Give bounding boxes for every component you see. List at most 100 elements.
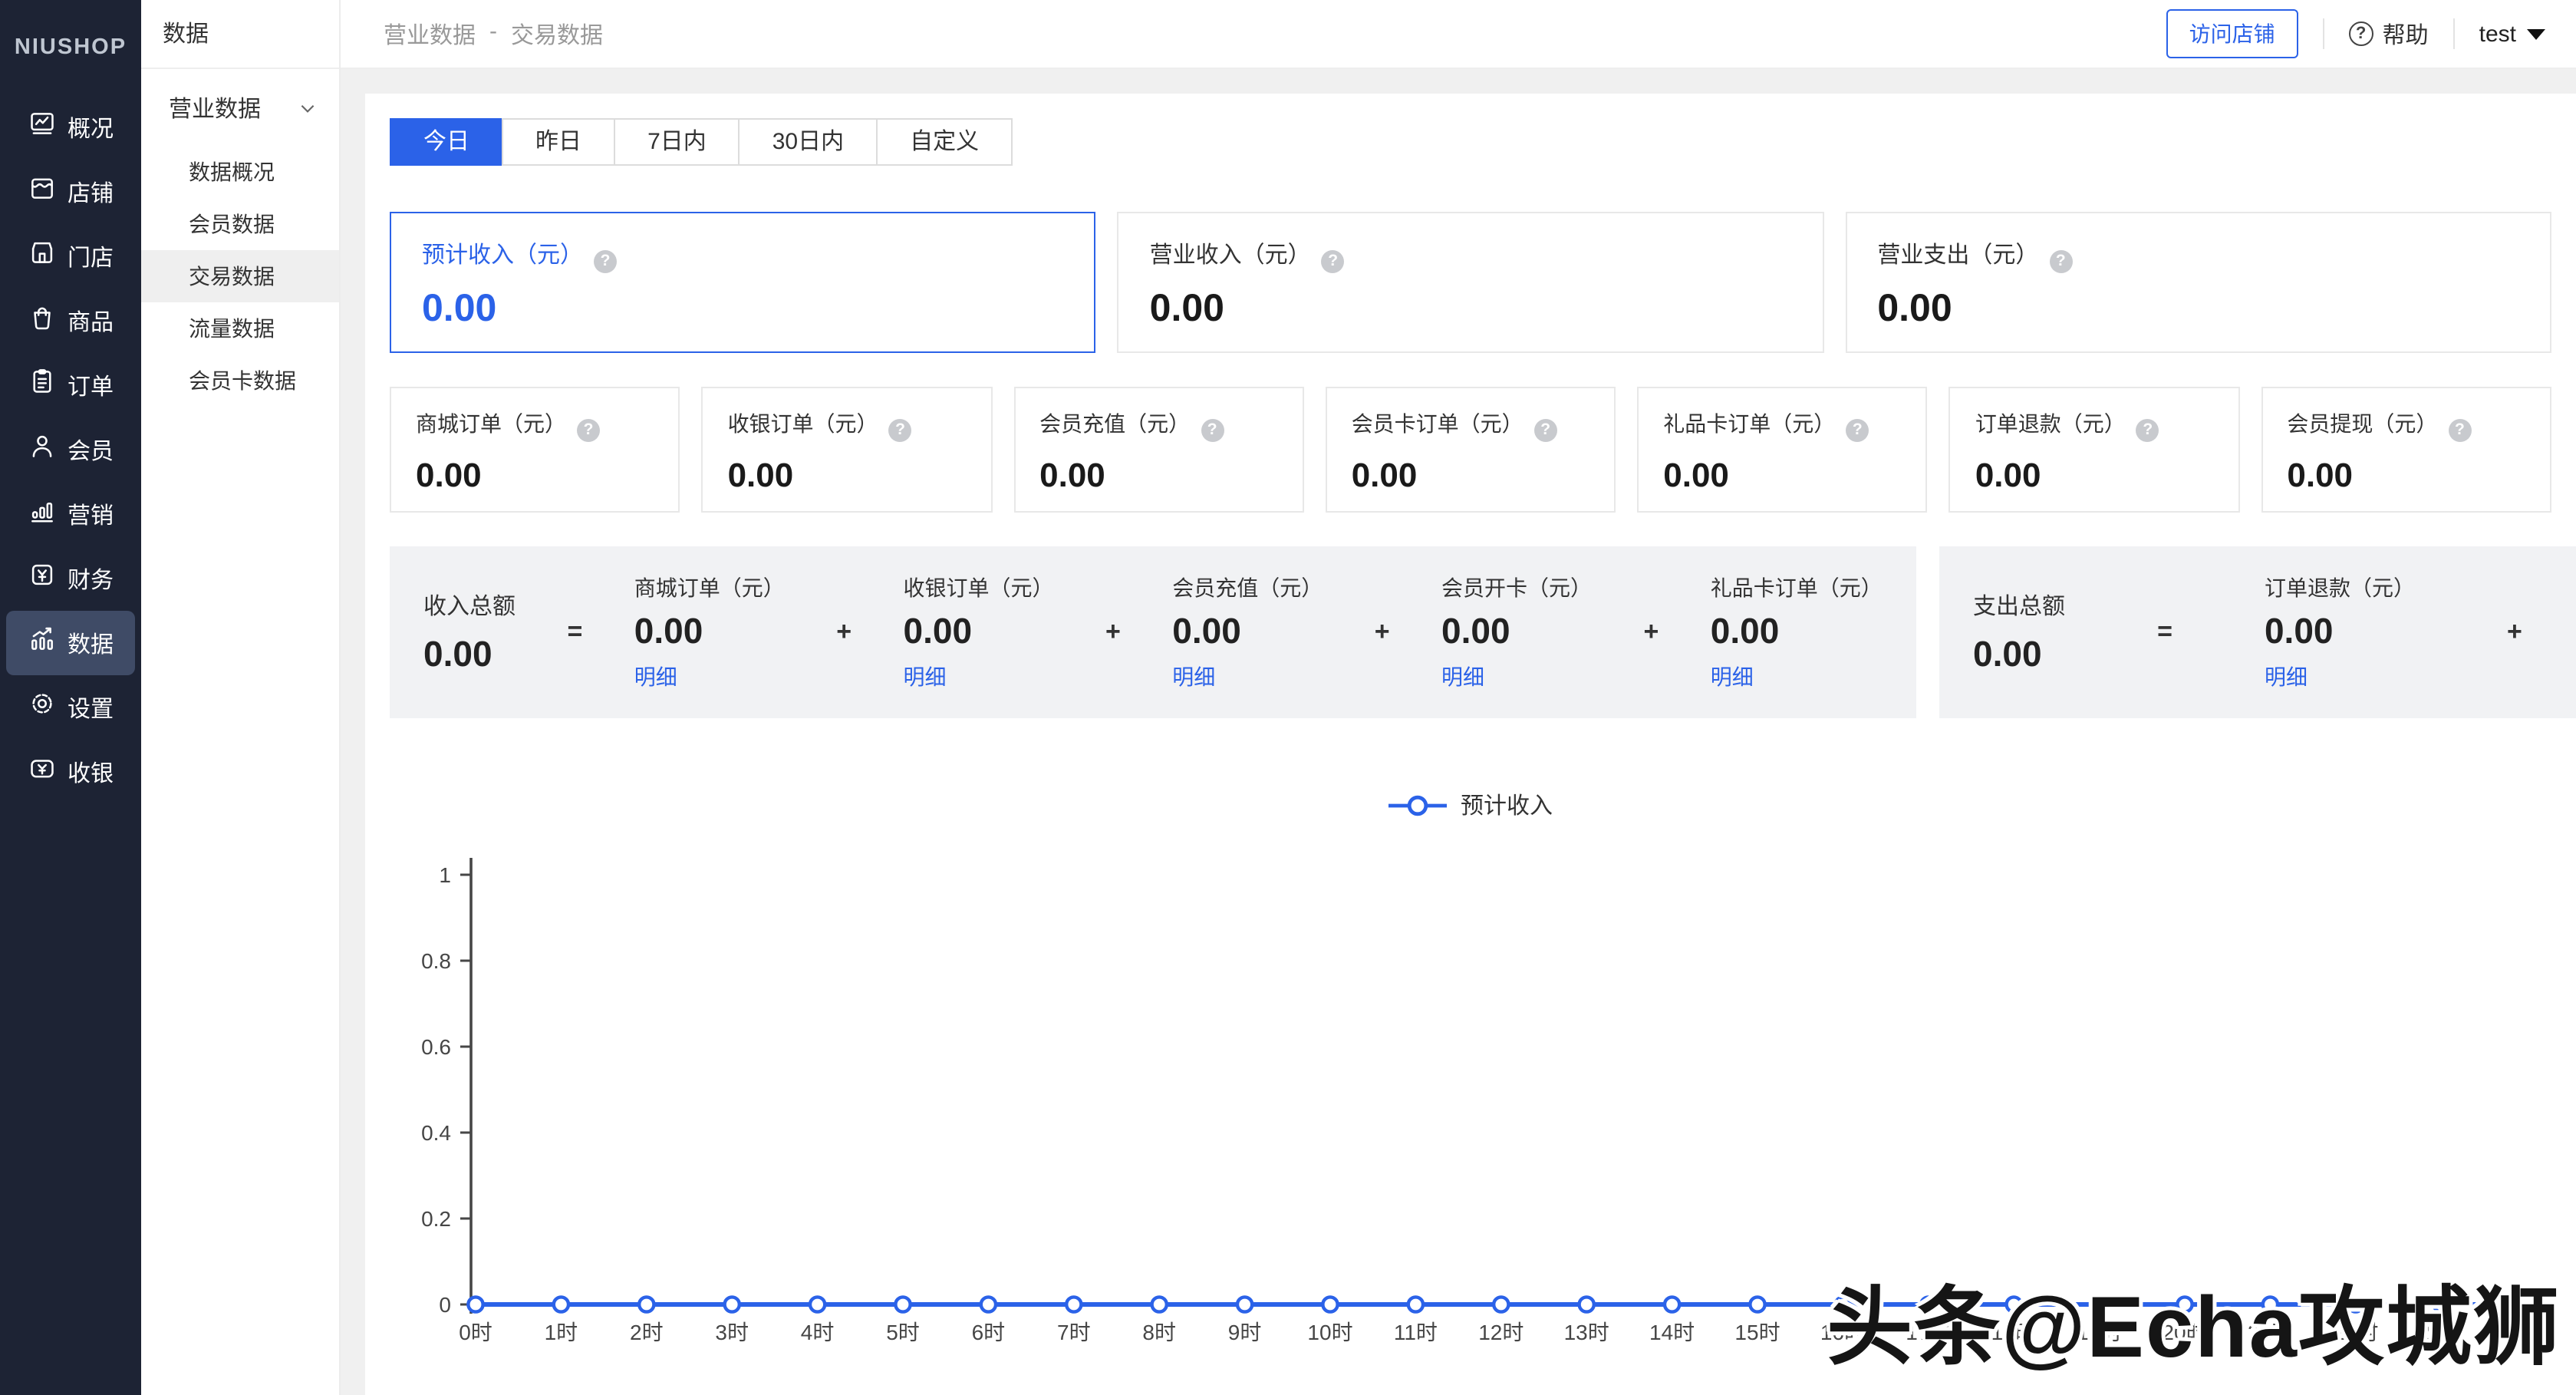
svg-text:0.4: 0.4 [421, 1121, 451, 1145]
menu-item-member-card-data[interactable]: 会员卡数据 [141, 355, 339, 407]
detail-link[interactable]: 明细 [904, 661, 1054, 692]
svg-text:3时: 3时 [715, 1321, 749, 1344]
legend-line-marker-icon [1388, 794, 1447, 816]
question-icon[interactable]: ? [594, 250, 617, 273]
help-icon: ? [2349, 21, 2373, 46]
svg-text:9时: 9时 [1228, 1321, 1262, 1344]
card-member-recharge[interactable]: 会员充值（元）? 0.00 [1013, 387, 1304, 513]
svg-text:2时: 2时 [630, 1321, 664, 1344]
goods-icon [28, 302, 57, 339]
user-menu[interactable]: test [2479, 21, 2545, 47]
menu-group-business-data[interactable]: 营业数据 [141, 69, 339, 146]
storefront-icon [28, 238, 57, 275]
svg-text:8时: 8时 [1142, 1321, 1176, 1344]
income-total: 收入总额 0.00 [423, 589, 516, 675]
question-icon[interactable]: ? [1534, 419, 1557, 442]
formula-strips: 收入总额 0.00 = 商城订单（元） 0.00 明细 + 收银订单（元） 0. [390, 546, 2551, 718]
question-icon[interactable]: ? [1201, 419, 1224, 442]
app-root: NIUSHOP 概况 店铺 门店 商品 订单 会员 营销 [0, 0, 2576, 1395]
transaction-data-panel: 今日 昨日 7日内 30日内 自定义 预计收入（元）? 0.00 营业收入（元）… [365, 94, 2576, 1395]
svg-text:6时: 6时 [972, 1321, 1006, 1344]
svg-text:0时: 0时 [459, 1321, 492, 1344]
sidebar-item-label: 概况 [68, 111, 114, 143]
orders-icon [28, 367, 57, 404]
sidebar-item-overview[interactable]: 概况 [6, 95, 135, 160]
question-icon[interactable]: ? [1846, 419, 1869, 442]
sidebar-item-label: 订单 [68, 369, 114, 401]
sidebar-item-settings[interactable]: 设置 [6, 675, 135, 740]
sidebar-item-data[interactable]: 数据 [6, 611, 135, 675]
tab-today[interactable]: 今日 [390, 118, 503, 166]
menu-group-label: 营业数据 [169, 91, 261, 124]
sidebar-item-cashier[interactable]: 收银 [6, 740, 135, 804]
sidebar-item-members[interactable]: 会员 [6, 417, 135, 482]
sidebar-item-label: 会员 [68, 434, 114, 466]
question-icon[interactable]: ? [2448, 419, 2471, 442]
term-label: 订单退款（元） [2265, 572, 2415, 603]
card-mall-orders[interactable]: 商城订单（元）? 0.00 [390, 387, 680, 513]
svg-text:0.6: 0.6 [421, 1035, 451, 1059]
question-icon[interactable]: ? [2136, 419, 2159, 442]
tab-30days[interactable]: 30日内 [739, 118, 878, 166]
question-icon[interactable]: ? [2049, 250, 2072, 273]
detail-link[interactable]: 明细 [634, 661, 785, 692]
sidebar-item-label: 营销 [68, 498, 114, 530]
card-business-expense[interactable]: 营业支出（元）? 0.00 [1845, 212, 2551, 353]
question-icon[interactable]: ? [1322, 250, 1345, 273]
plus-sign: + [830, 617, 858, 648]
tab-custom[interactable]: 自定义 [876, 118, 1013, 166]
tab-yesterday[interactable]: 昨日 [502, 118, 615, 166]
card-label: 商城订单（元） [416, 411, 566, 436]
sidebar-item-label: 设置 [68, 691, 114, 724]
visit-shop-button[interactable]: 访问店铺 [2166, 9, 2298, 58]
overview-icon [28, 109, 57, 146]
watermark-text: 头条@Echa攻城狮 [1827, 1258, 2561, 1383]
svg-text:0: 0 [439, 1293, 451, 1317]
equals-sign: = [561, 617, 588, 648]
chart-legend[interactable]: 预计收入 [390, 789, 2551, 821]
sidebar-item-marketing[interactable]: 营销 [6, 482, 135, 546]
sidebar-item-finance[interactable]: 财务 [6, 546, 135, 611]
content-area: 今日 昨日 7日内 30日内 自定义 预计收入（元）? 0.00 营业收入（元）… [341, 69, 2576, 1395]
expense-total-strip: 支出总额 0.00 = 订单退款（元） 0.00 明细 + 会员提现（元） 0. [1939, 546, 2576, 718]
detail-link[interactable]: 明细 [2265, 661, 2415, 692]
card-cashier-orders[interactable]: 收银订单（元）? 0.00 [702, 387, 993, 513]
menu-item-data-overview[interactable]: 数据概况 [141, 146, 339, 198]
sidebar-item-orders[interactable]: 订单 [6, 353, 135, 417]
card-label: 会员提现（元） [2287, 411, 2437, 436]
income-total-strip: 收入总额 0.00 = 商城订单（元） 0.00 明细 + 收银订单（元） 0. [390, 546, 1916, 718]
sidebar-item-shop[interactable]: 店铺 [6, 160, 135, 224]
breadcrumb-separator: - [489, 18, 497, 50]
question-icon[interactable]: ? [889, 419, 912, 442]
date-range-tabs: 今日 昨日 7日内 30日内 自定义 [390, 118, 2551, 166]
card-estimated-income[interactable]: 预计收入（元）? 0.00 [390, 212, 1096, 353]
marketing-icon [28, 496, 57, 533]
sidebar-item-storefront[interactable]: 门店 [6, 224, 135, 289]
card-gift-card-orders[interactable]: 礼品卡订单（元）? 0.00 [1637, 387, 1928, 513]
sidebar-item-label: 数据 [68, 627, 114, 659]
card-value: 0.00 [1663, 456, 1902, 496]
svg-text:12时: 12时 [1478, 1321, 1524, 1344]
menu-item-member-data[interactable]: 会员数据 [141, 198, 339, 250]
help-button[interactable]: ? 帮助 [2349, 18, 2429, 50]
detail-link[interactable]: 明细 [1711, 661, 1883, 692]
question-icon[interactable]: ? [577, 419, 600, 442]
settings-icon [28, 689, 57, 726]
card-business-income[interactable]: 营业收入（元）? 0.00 [1118, 212, 1824, 353]
card-member-card-orders[interactable]: 会员卡订单（元）? 0.00 [1326, 387, 1616, 513]
sidebar-item-label: 商品 [68, 305, 114, 337]
y-axis-ticks: 00.20.40.60.81 [421, 863, 471, 1317]
sidebar-item-goods[interactable]: 商品 [6, 289, 135, 353]
equals-sign: = [2151, 617, 2179, 648]
detail-link[interactable]: 明细 [1172, 661, 1323, 692]
menu-item-transaction-data[interactable]: 交易数据 [141, 250, 339, 302]
tab-7days[interactable]: 7日内 [614, 118, 740, 166]
header-divider [2453, 18, 2455, 49]
svg-text:1时: 1时 [545, 1321, 578, 1344]
card-value: 0.00 [728, 456, 967, 496]
card-member-withdrawal[interactable]: 会员提现（元）? 0.00 [2261, 387, 2551, 513]
detail-link[interactable]: 明细 [1441, 661, 1592, 692]
svg-text:7时: 7时 [1057, 1321, 1091, 1344]
menu-item-traffic-data[interactable]: 流量数据 [141, 302, 339, 355]
card-order-refunds[interactable]: 订单退款（元）? 0.00 [1949, 387, 2240, 513]
